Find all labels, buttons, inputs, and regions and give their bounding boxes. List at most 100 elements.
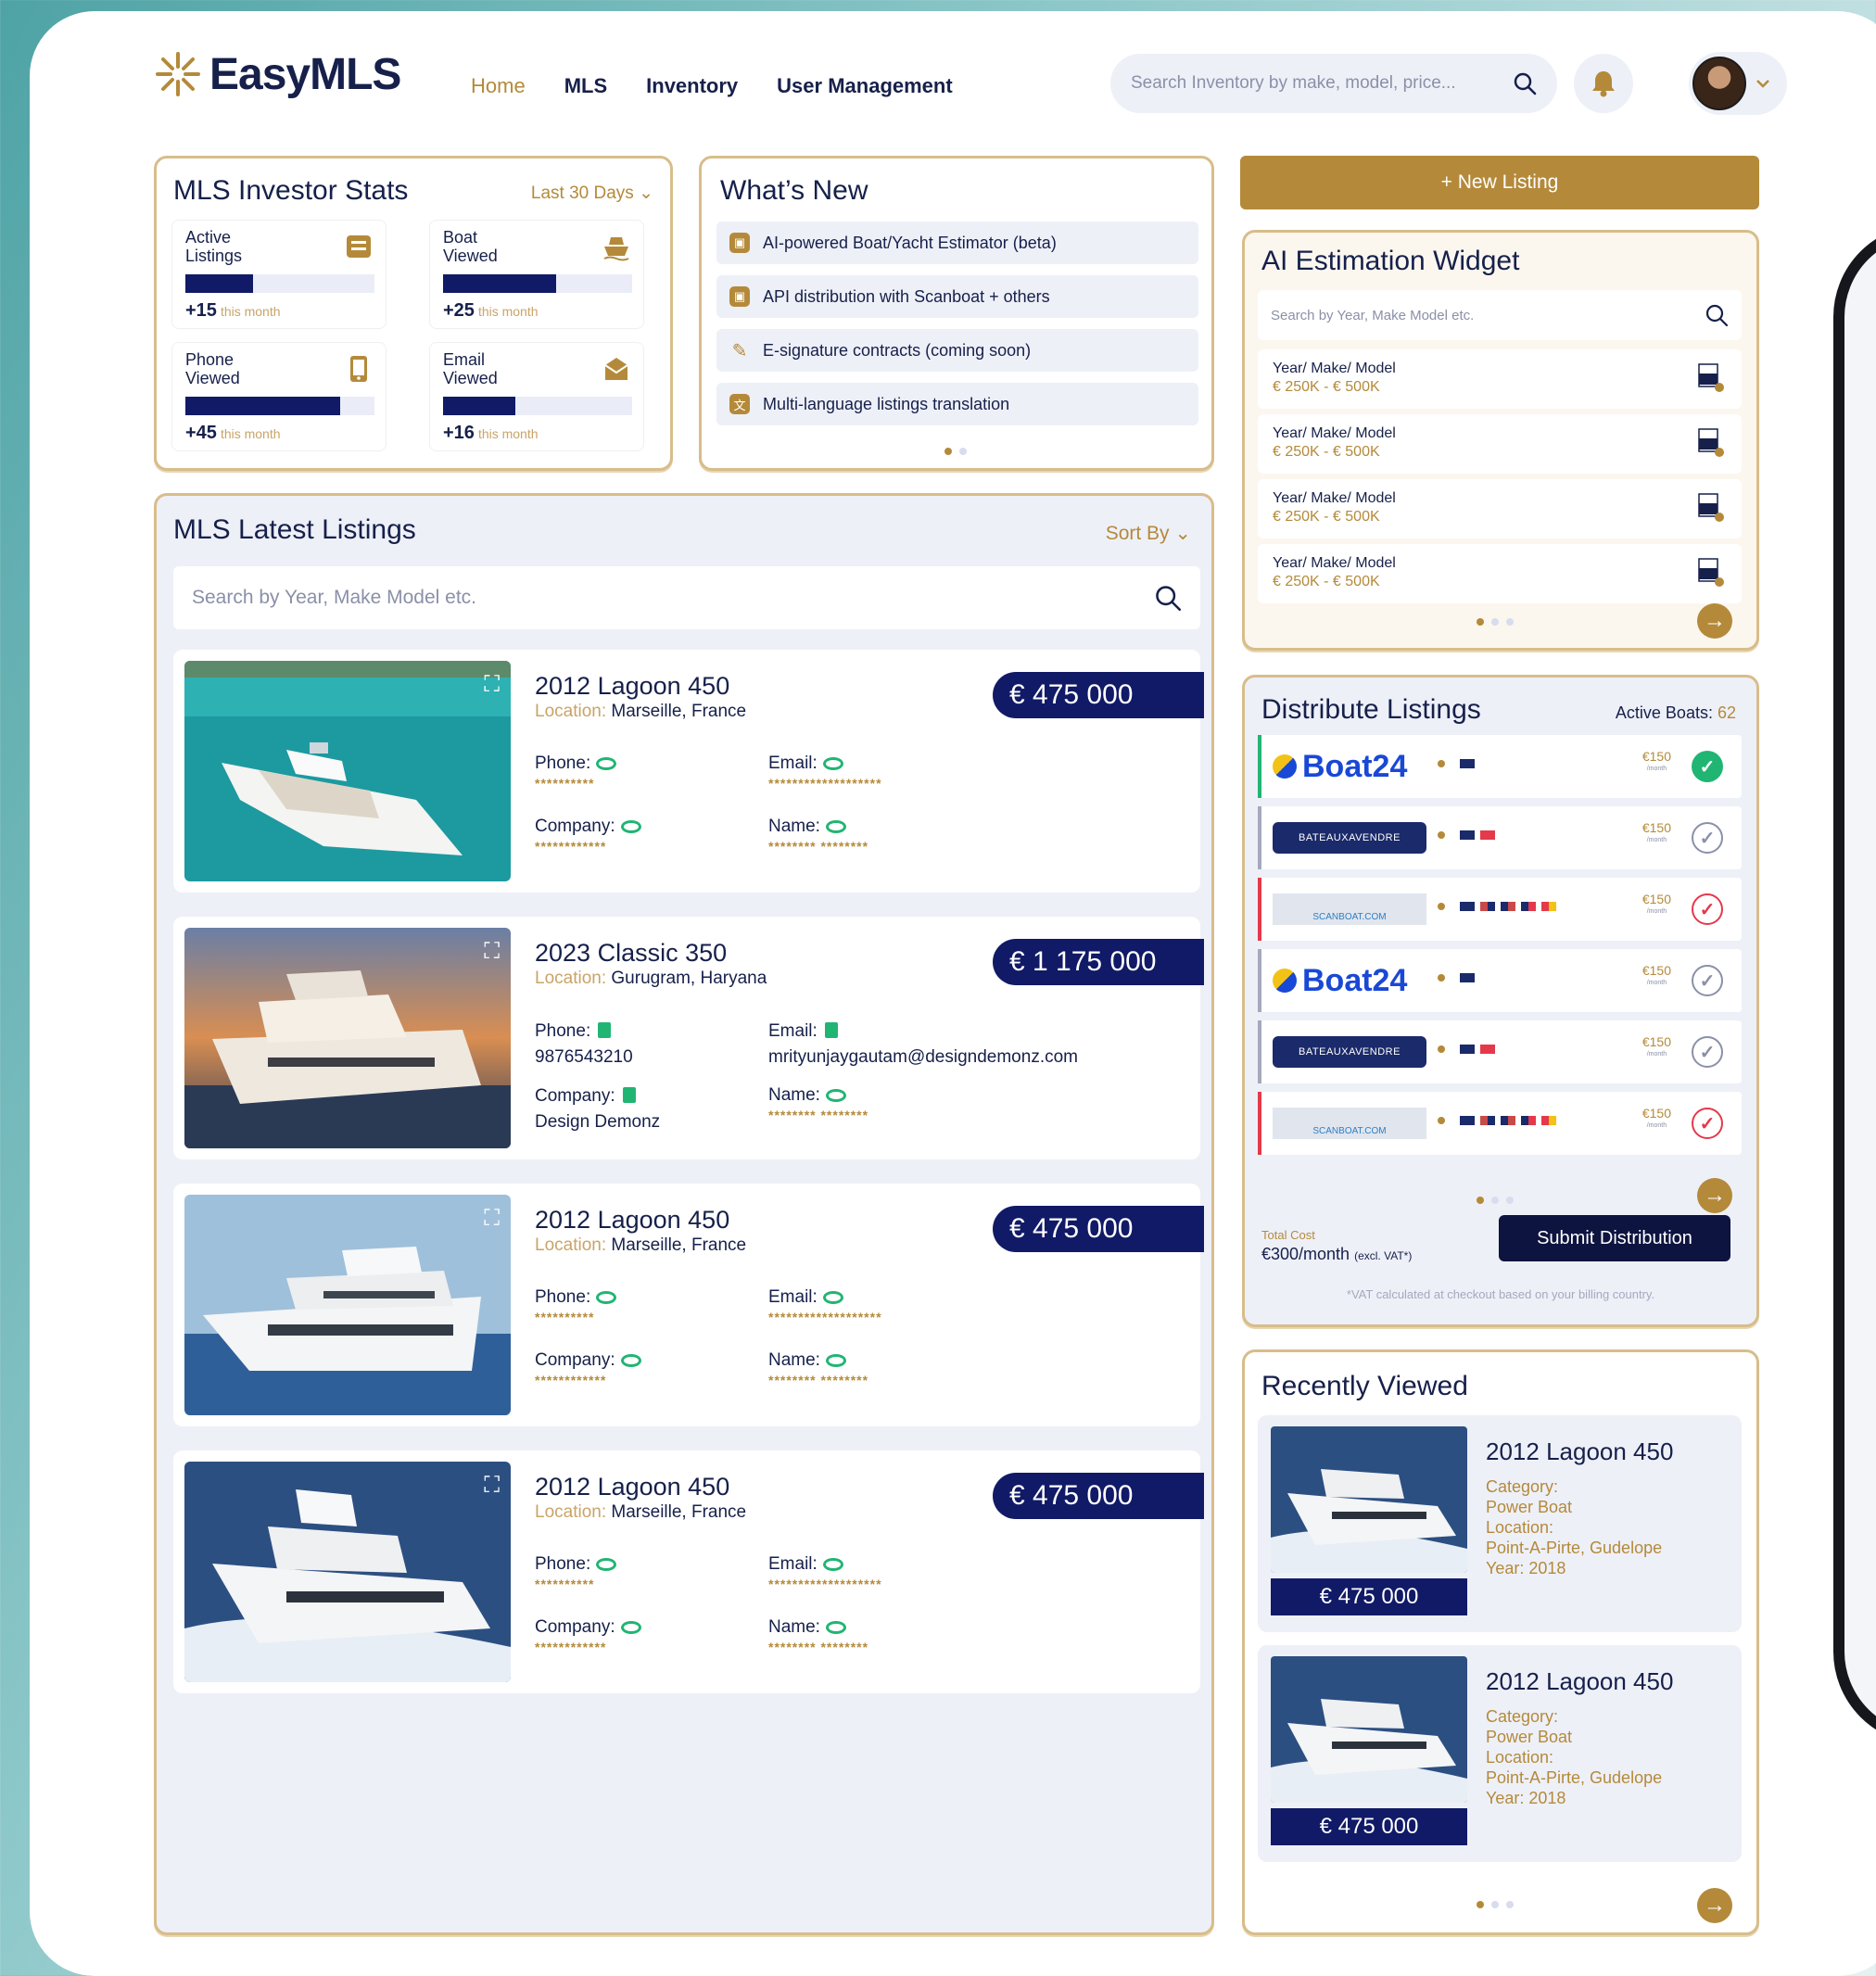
date-range-select[interactable]: Last 30 Days ⌄ (531, 183, 653, 204)
carousel-dot[interactable] (1477, 1901, 1484, 1908)
carousel-dot[interactable] (1477, 1197, 1484, 1204)
new-listing-button[interactable]: + New Listing (1240, 156, 1759, 209)
eye-icon[interactable] (825, 1089, 846, 1102)
email-icon (604, 358, 628, 380)
ai-estimate-row[interactable]: Year/ Make/ Model € 250K - € 500K (1258, 349, 1742, 409)
location-value: Marseille, France (611, 1502, 747, 1522)
eye-icon[interactable] (596, 757, 617, 770)
carousel-dot[interactable] (1491, 1901, 1499, 1908)
expand-icon[interactable]: ⛶ (484, 939, 500, 965)
inventory-search-input[interactable]: Search Inventory by make, model, price..… (1110, 54, 1557, 113)
carousel-dot[interactable] (1506, 1901, 1514, 1908)
eye-icon[interactable] (825, 1621, 846, 1634)
yacht-photo[interactable]: ⛶ (184, 1462, 511, 1682)
check-error-icon[interactable]: ✓ (1692, 1108, 1723, 1139)
check-outline-icon[interactable]: ✓ (1692, 965, 1723, 996)
nav-mls[interactable]: MLS (564, 74, 607, 98)
listing-card[interactable]: ⛶ 2012 Lagoon 450 Location: Marseille, F… (173, 1184, 1204, 1426)
eye-icon[interactable] (596, 1291, 617, 1304)
carousel-dots[interactable] (1477, 1901, 1514, 1908)
easymls-logo[interactable]: EasyMLS (152, 48, 401, 100)
listing-card[interactable]: ⛶ 2023 Classic 350 Location: Gurugram, H… (173, 917, 1204, 1159)
carousel-dots[interactable] (944, 448, 967, 455)
recently-viewed-card: Recently Viewed € 475 000 2012 Lagoon 45… (1242, 1349, 1759, 1935)
company-label: Company: (535, 1617, 615, 1637)
distribution-row[interactable]: Boat24 €150/month ✓ (1258, 735, 1742, 798)
carousel-dots[interactable] (1477, 1197, 1514, 1204)
eye-icon[interactable] (596, 1558, 617, 1571)
next-arrow-icon[interactable]: → (1697, 603, 1732, 639)
distribution-row[interactable]: BATEAUXAVENDRE €150/month ✓ (1258, 806, 1742, 869)
check-error-icon[interactable]: ✓ (1692, 893, 1723, 925)
stat-delta-value: +15 (185, 300, 217, 321)
carousel-dot[interactable] (1506, 618, 1514, 626)
company-value: ************ (535, 1373, 607, 1387)
news-item[interactable]: 文 Multi-language listings translation (716, 383, 1198, 425)
carousel-dot[interactable] (1506, 1197, 1514, 1204)
distribution-row[interactable]: BATEAUXAVENDRE €150/month ✓ (1258, 1020, 1742, 1083)
distribution-row[interactable]: SCANBOAT.COM €150/month ✓ (1258, 1092, 1742, 1155)
news-item[interactable]: ✎ E-signature contracts (coming soon) (716, 329, 1198, 372)
yacht-photo[interactable]: ⛶ (184, 928, 511, 1148)
eye-icon[interactable] (822, 1558, 843, 1571)
expand-icon[interactable]: ⛶ (484, 1473, 500, 1499)
main-nav: Home MLS Inventory User Management (471, 74, 953, 98)
check-outline-icon[interactable]: ✓ (1692, 1036, 1723, 1068)
carousel-dot[interactable] (1491, 1197, 1499, 1204)
document-icon[interactable] (622, 1087, 636, 1103)
expand-icon[interactable]: ⛶ (484, 672, 500, 698)
ai-estimate-row[interactable]: Year/ Make/ Model € 250K - € 500K (1258, 414, 1742, 474)
eye-icon[interactable] (825, 820, 846, 833)
ai-search-input[interactable]: Search by Year, Make Model etc. (1258, 290, 1742, 340)
stat-progress-bar (443, 274, 632, 293)
carousel-dots[interactable] (1477, 618, 1514, 626)
nav-inventory[interactable]: Inventory (646, 74, 738, 98)
sort-by-select[interactable]: Sort By ⌄ (1106, 522, 1191, 545)
notifications-button[interactable] (1574, 54, 1633, 113)
distribution-row[interactable]: Boat24 €150/month ✓ (1258, 949, 1742, 1012)
check-filled-icon[interactable]: ✓ (1692, 751, 1723, 782)
carousel-dot[interactable] (959, 448, 967, 455)
email-value: ******************* (768, 776, 882, 791)
user-menu[interactable] (1689, 52, 1787, 115)
document-icon[interactable] (598, 1022, 612, 1038)
news-item[interactable]: ▣ AI-powered Boat/Yacht Estimator (beta) (716, 222, 1198, 264)
eye-icon[interactable] (822, 757, 843, 770)
document-icon[interactable] (824, 1022, 838, 1038)
listings-search-input[interactable]: Search by Year, Make Model etc. (173, 566, 1200, 629)
portal-fee: €150/month (1642, 893, 1671, 918)
listing-card[interactable]: ⛶ 2012 Lagoon 450 Location: Marseille, F… (173, 1450, 1204, 1693)
nav-home[interactable]: Home (471, 74, 526, 98)
yacht-photo[interactable] (1271, 1426, 1467, 1573)
eye-icon[interactable] (822, 1291, 843, 1304)
distribution-row[interactable]: SCANBOAT.COM €150/month ✓ (1258, 878, 1742, 941)
news-item[interactable]: ▣ API distribution with Scanboat + others (716, 275, 1198, 318)
eye-icon[interactable] (620, 1354, 641, 1367)
recent-item[interactable]: € 475 000 2012 Lagoon 450 Category: Powe… (1258, 1415, 1742, 1632)
search-icon[interactable] (1513, 71, 1537, 95)
next-arrow-icon[interactable]: → (1697, 1178, 1732, 1213)
recent-item[interactable]: € 475 000 2012 Lagoon 450 Category: Powe… (1258, 1645, 1742, 1862)
carousel-dot[interactable] (1477, 618, 1484, 626)
listing-title: 2012 Lagoon 450 (535, 1206, 730, 1234)
yacht-photo[interactable] (1271, 1656, 1467, 1803)
search-icon[interactable] (1705, 303, 1729, 327)
search-icon[interactable] (1154, 584, 1182, 612)
stat-label-line2: Viewed (185, 369, 240, 387)
ai-row-range: € 250K - € 500K (1273, 379, 1380, 395)
eye-icon[interactable] (620, 1621, 641, 1634)
carousel-dot[interactable] (944, 448, 952, 455)
yacht-photo[interactable]: ⛶ (184, 661, 511, 881)
ai-estimate-row[interactable]: Year/ Make/ Model € 250K - € 500K (1258, 544, 1742, 603)
listing-card[interactable]: ⛶ 2012 Lagoon 450 Location: Marseille, F… (173, 650, 1204, 893)
ai-estimate-row[interactable]: Year/ Make/ Model € 250K - € 500K (1258, 479, 1742, 538)
eye-icon[interactable] (620, 820, 641, 833)
submit-distribution-button[interactable]: Submit Distribution (1499, 1215, 1730, 1261)
carousel-dot[interactable] (1491, 618, 1499, 626)
expand-icon[interactable]: ⛶ (484, 1206, 500, 1232)
eye-icon[interactable] (825, 1354, 846, 1367)
next-arrow-icon[interactable]: → (1697, 1888, 1732, 1923)
check-outline-icon[interactable]: ✓ (1692, 822, 1723, 854)
yacht-photo[interactable]: ⛶ (184, 1195, 511, 1415)
nav-user-management[interactable]: User Management (777, 74, 953, 98)
